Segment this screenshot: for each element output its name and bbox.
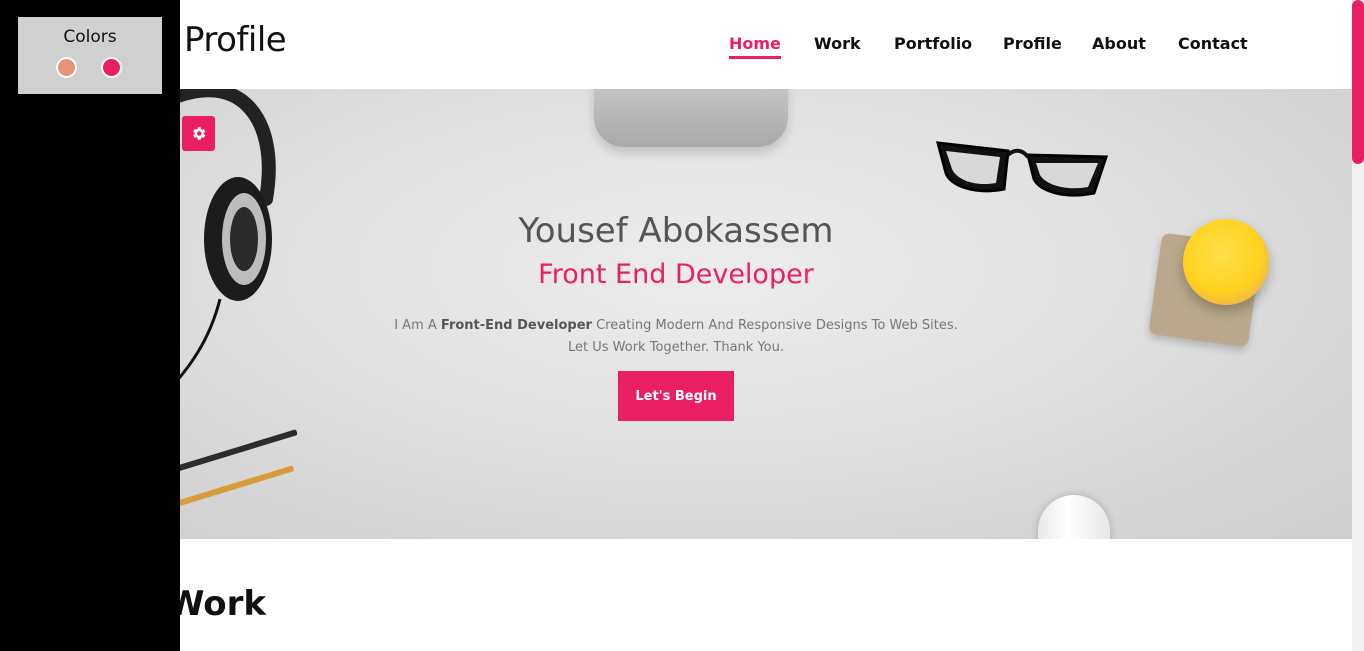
hero-description-highlight: Front-End Developer <box>440 318 592 333</box>
nav-link-work[interactable]: Work <box>814 34 861 53</box>
settings-toggle-button[interactable] <box>182 116 215 151</box>
hero-name: Yousef Abokassem <box>518 211 834 251</box>
colors-title: Colors <box>63 27 117 47</box>
page: Profile Home Work Portfolio Profile Abou… <box>0 0 1364 651</box>
nav-link-home[interactable]: Home <box>729 34 781 59</box>
hero-description-prefix: I Am A <box>394 318 441 333</box>
page-scrollbar[interactable] <box>1352 0 1364 651</box>
settings-panel: Colors <box>0 0 180 651</box>
main-nav: Home Work Portfolio Profile About Contac… <box>0 34 1352 60</box>
hero-role: Front End Developer <box>538 259 814 290</box>
nav-link-profile[interactable]: Profile <box>1003 34 1062 53</box>
scrollbar-thumb[interactable] <box>1352 0 1364 164</box>
lets-begin-button[interactable]: Let's Begin <box>618 371 734 421</box>
nav-link-portfolio[interactable]: Portfolio <box>894 34 972 53</box>
gear-icon <box>193 127 206 140</box>
site-header: Profile Home Work Portfolio Profile Abou… <box>0 0 1352 89</box>
glasses-image <box>935 141 1109 197</box>
nav-link-about[interactable]: About <box>1092 34 1146 53</box>
juice-glass-image <box>1183 219 1269 305</box>
work-section-title: Work <box>167 584 267 624</box>
color-swatch-pink[interactable] <box>101 57 122 78</box>
monitor-stand-image <box>594 89 788 147</box>
hero-description-suffix: Creating Modern And Responsive Designs T… <box>568 318 958 355</box>
colors-box: Colors <box>18 17 162 94</box>
computer-mouse-image <box>1038 495 1110 539</box>
hero-section: Yousef Abokassem Front End Developer I A… <box>180 89 1352 539</box>
hero-description: I Am A Front-End Developer Creating Mode… <box>386 315 966 359</box>
nav-link-contact[interactable]: Contact <box>1178 34 1248 53</box>
color-swatch-salmon[interactable] <box>56 57 77 78</box>
pencil-image <box>180 465 295 515</box>
